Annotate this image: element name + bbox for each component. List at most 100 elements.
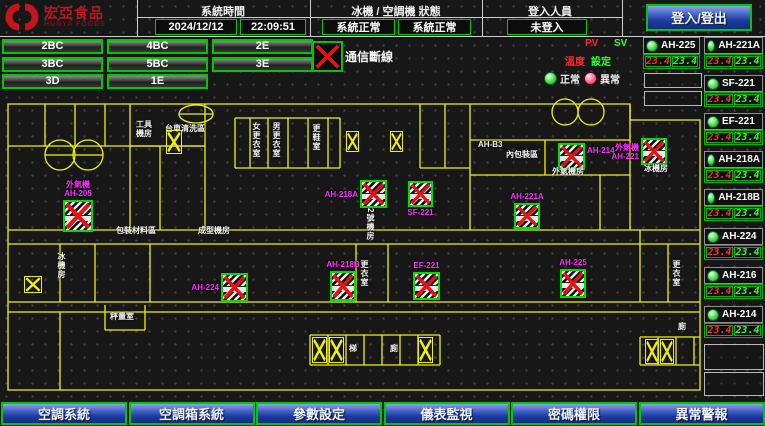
sidebar-unit-ah-214[interactable]: AH-214 [704, 306, 763, 323]
room-label: 秤量室 [110, 312, 134, 321]
floor-button-3d[interactable]: 3D [2, 74, 103, 89]
room-label: 廁 [390, 344, 398, 353]
sidebar-unit-ef-221[interactable]: EF-221 [704, 113, 763, 130]
sidebar-unit-ah-225[interactable]: AH-225 [643, 37, 700, 54]
unit-sv-value: 23.4 [734, 56, 761, 67]
unit-pv-value: 23.4 [645, 56, 671, 67]
ahu-unit-icon[interactable] [514, 203, 540, 229]
ahu-status-value: 系統正常 [398, 19, 471, 35]
room-label: 更衣室 [360, 260, 369, 287]
stair-x-icon [660, 339, 674, 364]
floor-button-5bc[interactable]: 5BC [107, 57, 208, 72]
floor-button-3bc[interactable]: 3BC [2, 57, 103, 72]
nav-button-3[interactable]: 參數設定 [256, 402, 382, 425]
unit-pv-value: 23.4 [706, 208, 733, 219]
stair-x-icon [166, 130, 182, 154]
unit-pv-value: 23.4 [706, 170, 733, 181]
unit-pv-value: 23.4 [706, 325, 733, 336]
nav-button-1[interactable]: 空調系統 [1, 402, 127, 425]
ahu-equipment-label: AH-221A [510, 192, 543, 201]
floor-button-1e[interactable]: 1E [107, 74, 208, 89]
login-person-label: 登入人員 [495, 3, 605, 19]
room-label: 2號機房 [366, 208, 375, 240]
brand-logo: 宏亞食品 HUNYA FOODS [4, 2, 106, 32]
unit-name-label: AH-225 [661, 40, 695, 51]
unit-name-label: AH-216 [722, 270, 756, 281]
sidebar-unit-ah-221a[interactable]: AH-221A [704, 37, 763, 54]
room-label: 女更衣室 [252, 122, 261, 158]
stair-x-icon [24, 276, 42, 293]
nav-button-5[interactable]: 密碼權限 [511, 402, 637, 425]
nav-button-4[interactable]: 儀表監視 [384, 402, 510, 425]
ahu-equipment-label: EF-221 [413, 261, 439, 270]
normal-label: 正常 [560, 71, 580, 86]
stair-x-icon [346, 131, 359, 152]
separator [137, 0, 138, 36]
ahu-unit-icon[interactable] [221, 273, 248, 302]
unit-values-ah-216: 23.423.4 [704, 284, 763, 299]
system-time-value: 22:09:51 [240, 19, 306, 35]
ahu-unit-icon[interactable] [63, 200, 93, 232]
floor-button-2bc[interactable]: 2BC [2, 39, 103, 54]
ahu-equipment-label: AH-224 [191, 283, 219, 292]
separator [622, 0, 623, 36]
ahu-equipment-label: 外氣機 AH-221 [611, 143, 639, 161]
ahu-unit-icon[interactable] [558, 143, 585, 170]
separator [482, 0, 483, 36]
legend-abnormal: 異常 [584, 71, 620, 86]
hunya-logo-icon [4, 2, 40, 32]
normal-led-icon [544, 72, 557, 85]
room-label: 冰機房 [644, 164, 668, 173]
unit-name-label: AH-214 [722, 309, 756, 320]
ahu-unit-icon[interactable] [560, 269, 586, 298]
login-logout-button[interactable]: 登入/登出 [646, 4, 752, 31]
unit-sv-value: 23.4 [734, 247, 761, 258]
sidebar-empty-slot [704, 344, 764, 370]
ahu-unit-icon[interactable] [330, 271, 356, 301]
ahu-unit-icon[interactable] [360, 180, 387, 208]
sidebar-unit-sf-221[interactable]: SF-221 [704, 75, 763, 92]
sidebar-empty-slot [644, 73, 702, 88]
unit-status-led-icon [707, 192, 715, 204]
ahu-equipment-label: AH-218B [326, 260, 359, 269]
sidebar-unit-ah-218b[interactable]: AH-218B [704, 189, 763, 206]
stair-x-icon [645, 339, 659, 364]
unit-sv-value: 23.4 [734, 286, 761, 297]
unit-values-ah-221a: 23.423.4 [704, 54, 763, 69]
unit-name-label: AH-224 [722, 231, 756, 242]
chiller-status-value: 系統正常 [322, 19, 395, 35]
room-label: 男更衣室 [272, 122, 281, 158]
floor-button-2e[interactable]: 2E [212, 39, 313, 54]
nav-button-2[interactable]: 空調箱系統 [129, 402, 255, 425]
sidebar-unit-ah-218a[interactable]: AH-218A [704, 151, 763, 168]
unit-values-ah-225: 23.423.4 [643, 54, 700, 69]
hmi-screen: 宏亞食品 HUNYA FOODS 系統時間 2024/12/12 22:09:5… [0, 0, 765, 426]
unit-sv-value: 23.4 [734, 94, 761, 105]
unit-name-label: EF-221 [722, 116, 755, 127]
ahu-unit-icon[interactable] [408, 181, 433, 207]
room-label: 梯 [349, 344, 357, 353]
sidebar-unit-ah-224[interactable]: AH-224 [704, 228, 763, 245]
sidebar-empty-slot [704, 372, 764, 396]
floor-button-4bc[interactable]: 4BC [107, 39, 208, 54]
stair-x-icon [418, 337, 433, 363]
room-label: 更鞋室 [312, 124, 321, 151]
room-label: 成型機房 [198, 226, 230, 235]
unit-name-label: AH-221A [718, 40, 760, 51]
ahu-unit-icon[interactable] [641, 138, 667, 165]
unit-sv-value: 23.4 [734, 170, 761, 181]
sidebar-unit-ah-216[interactable]: AH-216 [704, 267, 763, 284]
floorplan: 外氣機 AH-205AH-218ASF-221AH-214外氣機 AH-221A… [0, 88, 705, 398]
comm-loss-icon [312, 41, 343, 72]
ahu-unit-icon[interactable] [413, 272, 440, 300]
unit-name-label: AH-218B [718, 192, 760, 203]
nav-button-6[interactable]: 異常警報 [639, 402, 765, 425]
separator [310, 0, 311, 36]
room-label: 工具 機房 [136, 120, 152, 138]
room-label: 包裝材料區 [116, 226, 156, 235]
unit-status-led-icon [707, 40, 715, 52]
floor-button-3e[interactable]: 3E [212, 57, 313, 72]
unit-sv-value: 23.4 [734, 208, 761, 219]
unit-status-led-icon [707, 154, 715, 166]
unit-status-led-icon [707, 309, 719, 321]
